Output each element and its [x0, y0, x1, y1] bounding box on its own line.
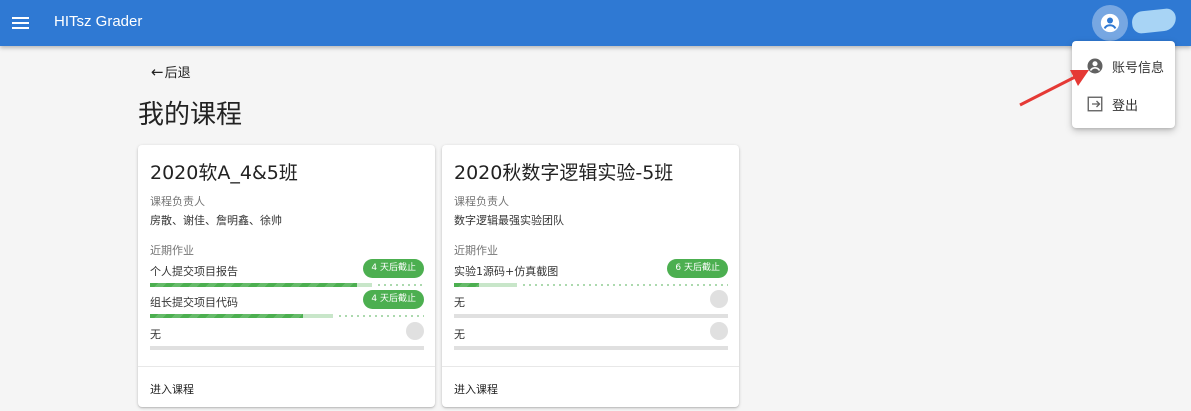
progress-bar: [150, 283, 357, 287]
app-title: HITsz Grader: [54, 13, 143, 30]
assignment-row: 无: [150, 322, 424, 356]
course-card: 2020秋数字逻辑实验-5班 课程负责人 数字逻辑最强实验团队 近期作业 实验1…: [442, 145, 739, 407]
course-title: 2020软A_4&5班: [150, 162, 298, 184]
menu-item-label: 登出: [1112, 99, 1139, 114]
progress-track: [150, 346, 424, 350]
status-dot: [710, 290, 728, 308]
arrow-left-icon: ←: [151, 63, 164, 81]
owner-label: 课程负责人: [150, 195, 205, 208]
progress-bar: [150, 314, 303, 318]
assignment-name: 个人提交项目报告: [150, 265, 238, 278]
card-divider: [442, 366, 739, 367]
account-button[interactable]: [1092, 5, 1128, 41]
back-link[interactable]: ←后退: [151, 62, 191, 81]
status-dot: [406, 322, 424, 340]
progress-remaining: [337, 315, 424, 317]
assignment-row: 无: [454, 290, 728, 324]
assignment-name: 实验1源码+仿真截图: [454, 265, 559, 278]
deadline-badge: 4 天后截止: [363, 259, 424, 278]
course-card: 2020软A_4&5班 课程负责人 房散、谢佳、詹明鑫、徐帅 近期作业 个人提交…: [138, 145, 435, 407]
progress-track: [454, 346, 728, 350]
enter-course-button[interactable]: 进入课程: [150, 381, 194, 397]
assignment-name: 组长提交项目代码: [150, 296, 238, 309]
account-circle-icon: [1100, 13, 1120, 33]
assignment-name: 无: [454, 328, 465, 341]
recent-label: 近期作业: [454, 244, 498, 257]
annotation-arrow: [1019, 70, 1089, 107]
card-divider: [138, 366, 435, 367]
progress-bar: [454, 283, 479, 287]
back-label: 后退: [164, 66, 191, 81]
course-title: 2020秋数字逻辑实验-5班: [454, 162, 674, 184]
assignment-row[interactable]: 个人提交项目报告 4 天后截止: [150, 259, 424, 293]
owner-names: 数字逻辑最强实验团队: [454, 214, 564, 227]
assignment-row[interactable]: 实验1源码+仿真截图 6 天后截止: [454, 259, 728, 293]
app-bar: HITsz Grader: [0, 0, 1191, 46]
owner-label: 课程负责人: [454, 195, 509, 208]
progress-remaining: [376, 284, 424, 286]
status-dot: [710, 322, 728, 340]
assignment-name: 无: [150, 328, 161, 341]
progress-track: [454, 314, 728, 318]
menu-item-label: 账号信息: [1112, 61, 1165, 76]
deadline-badge: 4 天后截止: [363, 290, 424, 309]
owner-names: 房散、谢佳、詹明鑫、徐帅: [150, 214, 282, 227]
assignment-row: 无: [454, 322, 728, 356]
deadline-badge: 6 天后截止: [667, 259, 728, 278]
hamburger-menu-icon[interactable]: [9, 11, 33, 35]
page-title: 我的课程: [138, 100, 243, 130]
recent-label: 近期作业: [150, 244, 194, 257]
redacted-username: [1130, 7, 1178, 35]
progress-remaining: [521, 284, 728, 286]
assignment-row[interactable]: 组长提交项目代码 4 天后截止: [150, 290, 424, 324]
enter-course-button[interactable]: 进入课程: [454, 381, 498, 397]
assignment-name: 无: [454, 296, 465, 309]
